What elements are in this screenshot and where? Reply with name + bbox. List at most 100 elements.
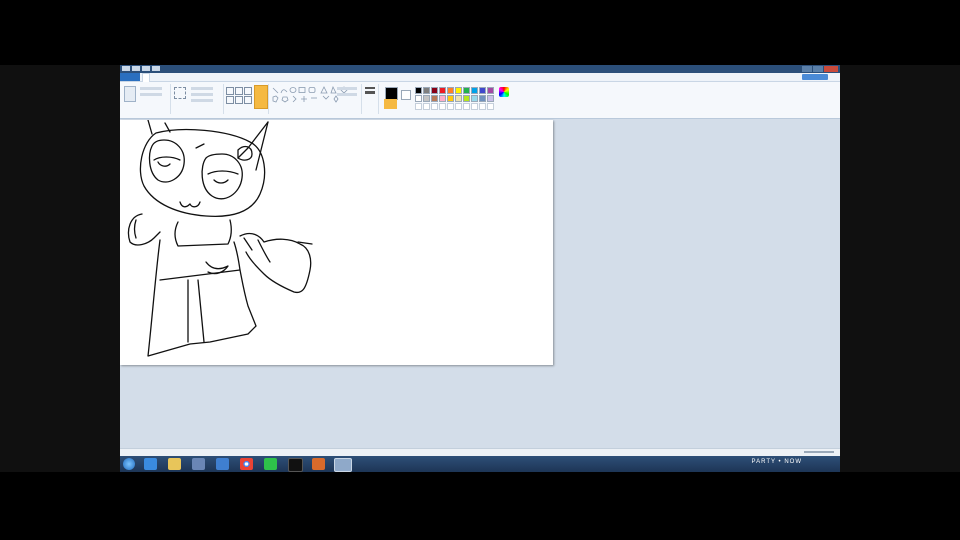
line-icon[interactable] <box>264 458 277 470</box>
left-eye <box>148 139 185 183</box>
left-arm <box>127 213 161 246</box>
text-icon[interactable] <box>244 87 252 95</box>
custom-color-slot[interactable] <box>423 103 430 110</box>
palette-swatch[interactable] <box>463 87 470 94</box>
color2-swatch[interactable] <box>401 90 411 100</box>
custom-color-slot[interactable] <box>455 103 462 110</box>
paint-app-icon[interactable] <box>122 66 130 71</box>
palette-swatch[interactable] <box>447 95 454 102</box>
palette-swatch[interactable] <box>431 87 438 94</box>
paste-icon[interactable] <box>124 86 136 102</box>
chrome-icon[interactable] <box>240 458 253 470</box>
palette-swatch[interactable] <box>455 87 462 94</box>
redo-icon[interactable] <box>152 66 160 71</box>
resize-button[interactable] <box>191 93 213 96</box>
shapes-group <box>269 84 362 114</box>
palette-swatch[interactable] <box>471 95 478 102</box>
palette-swatch[interactable] <box>479 87 486 94</box>
custom-color-slot[interactable] <box>487 103 494 110</box>
minimize-button[interactable] <box>802 66 812 72</box>
paint-window: PARTY • NOW <box>120 65 840 472</box>
crop-button[interactable] <box>191 87 213 90</box>
quick-access-toolbar <box>122 66 160 72</box>
tools-group <box>224 84 269 114</box>
palette-swatch[interactable] <box>455 95 462 102</box>
video-icon[interactable] <box>288 458 303 472</box>
save-icon[interactable] <box>132 66 140 71</box>
canvas-area <box>120 119 840 448</box>
colors-group <box>379 84 515 114</box>
select-icon[interactable] <box>174 87 186 99</box>
magnifier-icon[interactable] <box>244 96 252 104</box>
media-player-icon[interactable] <box>192 458 205 470</box>
title-bar <box>120 65 840 73</box>
cat-character-sketch <box>127 120 313 357</box>
image-group <box>171 84 224 114</box>
custom-color-slot[interactable] <box>471 103 478 110</box>
left-ear <box>147 120 153 135</box>
start-button[interactable] <box>123 458 135 470</box>
palette-swatch[interactable] <box>439 95 446 102</box>
rotate-button[interactable] <box>191 99 213 102</box>
help-button[interactable] <box>802 74 828 80</box>
zoom-slider[interactable] <box>804 451 834 453</box>
custom-color-slot[interactable] <box>463 103 470 110</box>
palette-swatch[interactable] <box>423 95 430 102</box>
torso <box>174 219 232 247</box>
undo-icon[interactable] <box>142 66 150 71</box>
palette-swatch[interactable] <box>487 87 494 94</box>
custom-color-slot[interactable] <box>447 103 454 110</box>
status-bar <box>120 448 840 456</box>
tab-file[interactable] <box>120 73 140 81</box>
palette-swatch[interactable] <box>415 87 422 94</box>
palette-swatch[interactable] <box>479 95 486 102</box>
size-group <box>362 84 379 114</box>
folder-icon[interactable] <box>216 458 229 470</box>
window-controls <box>802 66 838 72</box>
ribbon-tabs <box>120 73 840 82</box>
letterbox-bottom <box>0 472 960 540</box>
maximize-button[interactable] <box>813 66 823 72</box>
cut-button[interactable] <box>140 87 162 90</box>
edit-colors-icon[interactable] <box>499 87 509 97</box>
palette-swatch[interactable] <box>423 87 430 94</box>
clipboard-group <box>120 84 171 114</box>
paint-taskbar-icon[interactable] <box>334 458 352 472</box>
office-icon[interactable] <box>312 458 325 470</box>
color-picker-icon[interactable] <box>235 96 243 104</box>
pencil-icon[interactable] <box>226 87 234 95</box>
palette-swatch[interactable] <box>471 87 478 94</box>
right-eye <box>201 153 243 200</box>
letterbox-top <box>0 0 960 65</box>
copy-button[interactable] <box>140 93 162 96</box>
close-button[interactable] <box>824 66 838 72</box>
palette-swatch[interactable] <box>487 95 494 102</box>
fill-dropdown[interactable] <box>337 93 357 96</box>
palette-swatch[interactable] <box>463 95 470 102</box>
outline-dropdown[interactable] <box>337 87 357 90</box>
size-icon[interactable] <box>365 87 375 89</box>
taskbar: PARTY • NOW <box>120 456 840 472</box>
palette-swatch[interactable] <box>431 95 438 102</box>
tray-text: PARTY • NOW <box>751 459 802 465</box>
drawing-canvas[interactable] <box>120 120 553 365</box>
size-icon-thick[interactable] <box>365 91 375 94</box>
custom-color-slot[interactable] <box>431 103 438 110</box>
custom-color-slot[interactable] <box>439 103 446 110</box>
brushes-icon[interactable] <box>254 85 268 109</box>
color1-highlight <box>384 99 397 109</box>
palette-swatch[interactable] <box>447 87 454 94</box>
palette-swatch[interactable] <box>415 95 422 102</box>
explorer-icon[interactable] <box>168 458 181 470</box>
ie-icon[interactable] <box>144 458 157 470</box>
bow <box>237 145 253 161</box>
mouth <box>179 201 201 208</box>
custom-color-slot[interactable] <box>415 103 422 110</box>
eraser-icon[interactable] <box>226 96 234 104</box>
custom-color-slot[interactable] <box>479 103 486 110</box>
palette-swatch[interactable] <box>439 87 446 94</box>
dress <box>147 239 257 357</box>
ribbon <box>120 82 840 119</box>
fill-icon[interactable] <box>235 87 243 95</box>
tab-home[interactable] <box>142 73 150 82</box>
